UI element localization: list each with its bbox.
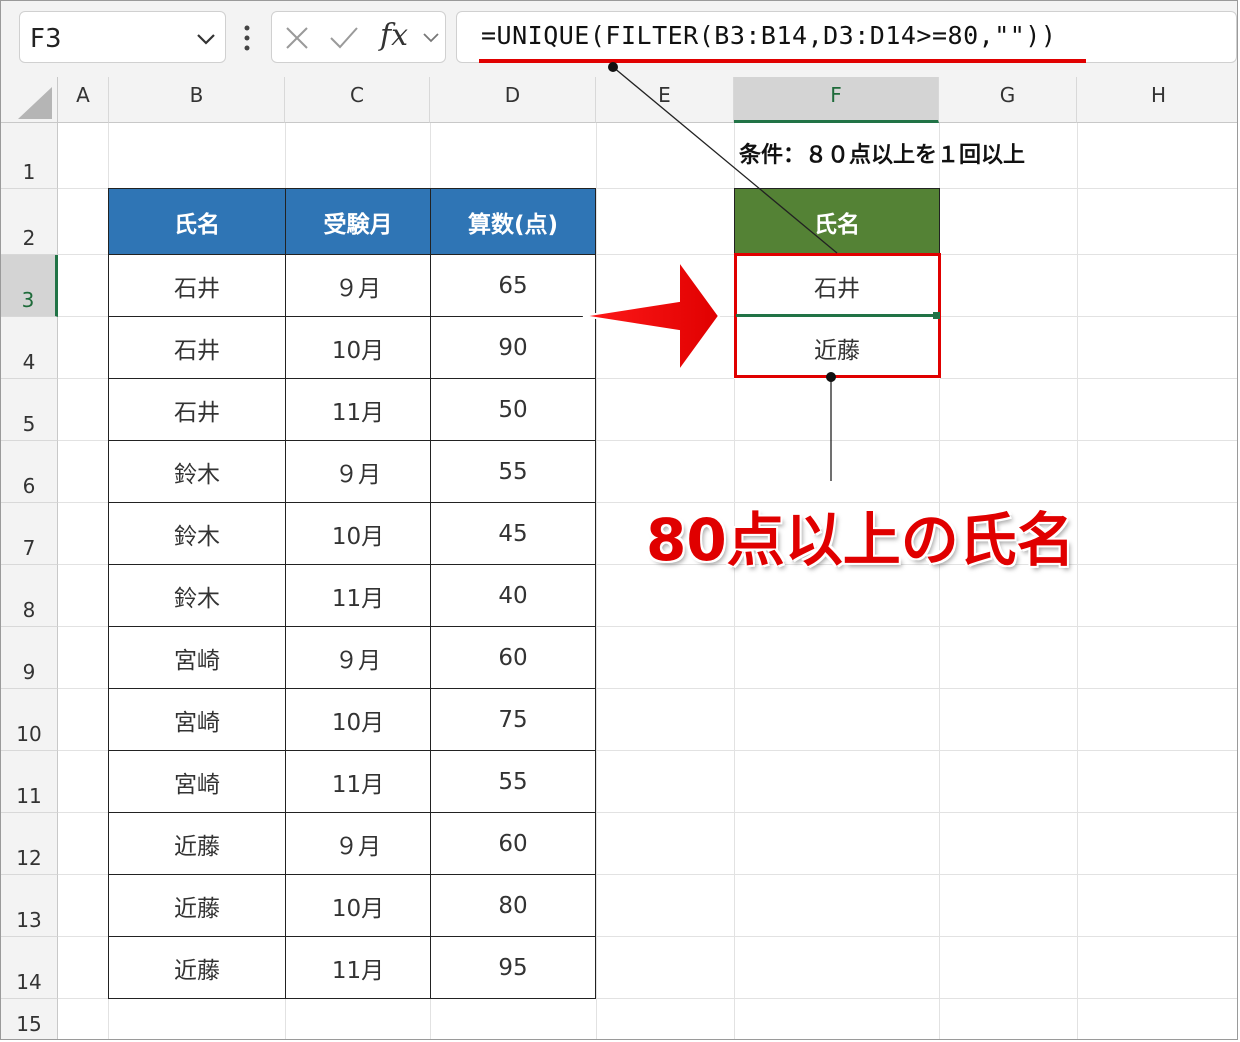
label-connector-dot xyxy=(826,372,836,382)
formula-connector-line xyxy=(612,66,838,254)
right-arrow-icon xyxy=(582,257,721,375)
spreadsheet-window: F3 fx =UNIQUE(FILTER(B3:B14,D3:D14>=80,"… xyxy=(0,0,1238,1040)
annotation-label: 80点以上の氏名 xyxy=(646,506,1075,574)
formula-connector-dot xyxy=(608,62,618,72)
